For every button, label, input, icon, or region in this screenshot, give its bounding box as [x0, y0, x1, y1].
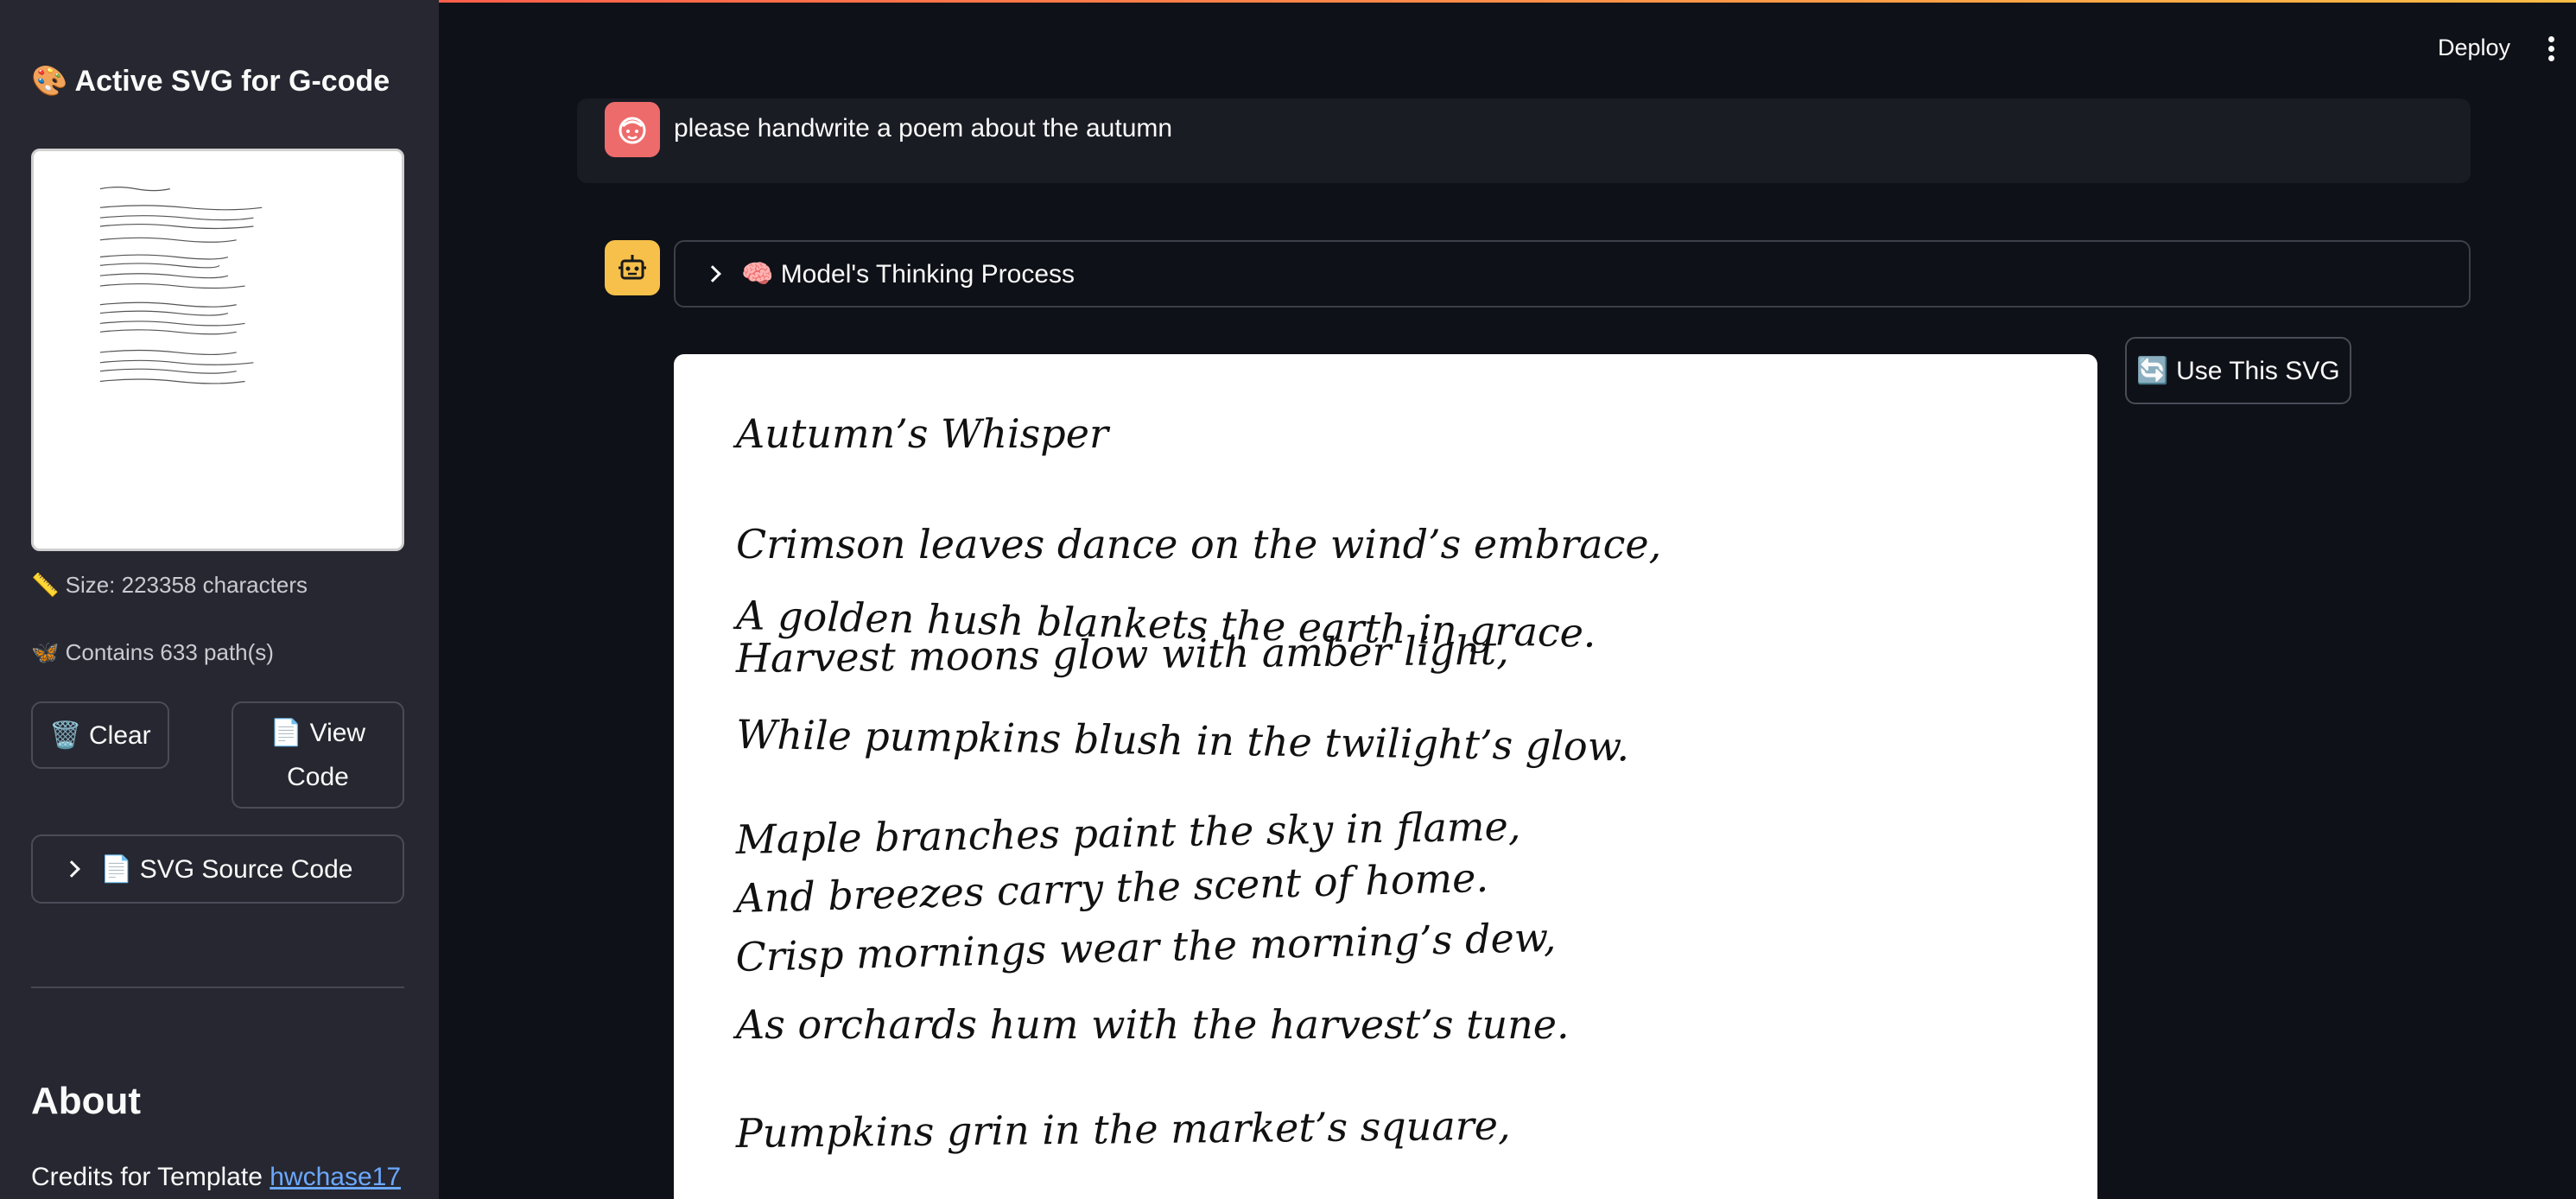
about-heading: About [31, 1080, 142, 1122]
poem-line: Harvest moons glow with amber light, [735, 627, 1509, 682]
user-avatar-icon [605, 102, 660, 157]
clear-button[interactable]: 🗑️ Clear [31, 701, 169, 769]
view-code-label-line1: 📄 View [270, 719, 366, 747]
poem-line: Maple branches paint the sky in flame, [734, 803, 1521, 863]
thinking-process-label: 🧠 Model's Thinking Process [741, 259, 1075, 289]
user-message-text: please handwrite a poem about the autumn [674, 114, 1173, 143]
view-code-label-line2: Code [287, 763, 349, 791]
svg-size-stat: 📏 Size: 223358 characters [31, 572, 308, 598]
thinking-process-expander[interactable]: 🧠 Model's Thinking Process [674, 240, 2471, 308]
poem-line: Crimson leaves dance on the wind’s embra… [736, 521, 1661, 568]
sidebar-divider [31, 986, 404, 988]
poem-title: Autumn’s Whisper [733, 410, 1111, 457]
svg-paths-stat: 🦋 Contains 633 path(s) [31, 639, 274, 665]
user-face-icon [619, 117, 646, 144]
credits-prefix: Credits for Template [31, 1163, 270, 1191]
svg-thumbnail-preview [99, 187, 263, 384]
view-code-button[interactable]: 📄 View Code [232, 701, 404, 809]
bot-avatar-icon [605, 240, 660, 295]
chevron-right-icon [63, 860, 80, 878]
svg-source-code-expander[interactable]: 📄 SVG Source Code [31, 834, 404, 904]
poem-line: While pumpkins blush in the twilight’s g… [736, 711, 1630, 770]
robot-icon [619, 255, 646, 280]
poem-line: Pumpkins grin in the market’s square, [735, 1102, 1511, 1157]
credits-text: Credits for Template hwchase17 [31, 1163, 401, 1192]
sidebar-title: 🎨 Active SVG for G-code [31, 65, 390, 98]
handwritten-poem-svg: Autumn’s Whisper Crimson leaves dance on… [732, 410, 1661, 1157]
svg-thumbnail [31, 149, 404, 551]
deploy-button[interactable]: Deploy [2438, 35, 2510, 61]
chevron-right-icon [704, 265, 721, 282]
credits-link[interactable]: hwchase17 [270, 1163, 401, 1191]
poem-line: Crisp mornings wear the morning’s dew, [735, 914, 1557, 980]
poem-line: As orchards hum with the harvest’s tune. [733, 1001, 1570, 1048]
use-this-svg-button[interactable]: 🔄 Use This SVG [2125, 337, 2351, 404]
main-menu-icon[interactable] [2548, 36, 2555, 62]
sidebar: 🎨 Active SVG for G-code 📏 Size: 223358 c… [0, 0, 439, 1199]
svg-source-code-label: 📄 SVG Source Code [100, 854, 353, 884]
svg-preview-canvas: Autumn’s Whisper Crimson leaves dance on… [674, 354, 2097, 1199]
poem-line: And breezes carry the scent of home. [732, 854, 1489, 922]
